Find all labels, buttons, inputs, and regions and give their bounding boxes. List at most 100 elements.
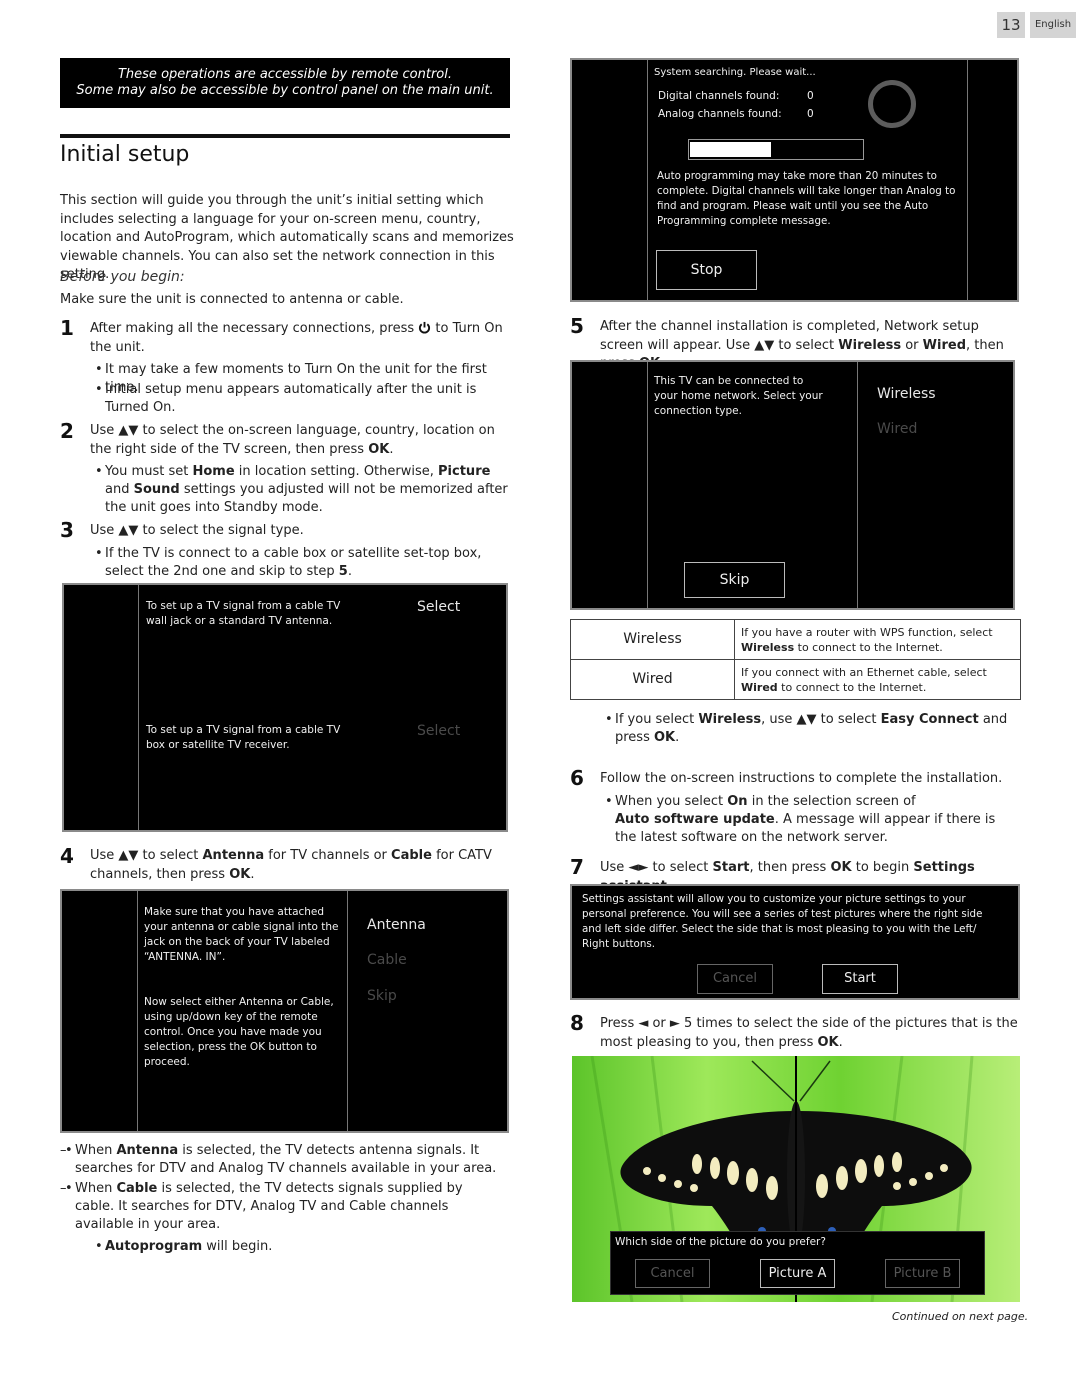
step-text: After making all the necessary connectio… — [90, 321, 415, 336]
antenna-cable-screen: Make sure that you have attached your an… — [60, 889, 509, 1133]
signal-option-2-select[interactable]: Select — [417, 723, 460, 739]
option-wired[interactable]: Wired — [877, 421, 917, 437]
screen-divider — [647, 60, 648, 300]
note-line-1: These operations are accessible by remot… — [117, 67, 452, 82]
step-6-bullet: When you select On in the selection scre… — [605, 793, 1015, 847]
picture-term: Picture — [438, 464, 491, 479]
dash: – — [60, 1143, 67, 1158]
language-tab: English — [1030, 12, 1076, 38]
skip-button[interactable]: Skip — [684, 562, 785, 598]
step-1-bullet-2: Initial setup menu appears automatically… — [95, 381, 510, 417]
section-rule — [60, 134, 510, 138]
note-text: When — [75, 1181, 113, 1196]
cable-term: Cable — [116, 1181, 158, 1196]
step-number: 5 — [570, 314, 584, 338]
ok-key: OK — [817, 1034, 839, 1050]
step-text: for TV channels or — [268, 848, 387, 863]
ok-key: OK — [368, 441, 390, 457]
signal-option-2-text: To set up a TV signal from a cable TV bo… — [146, 724, 341, 751]
antenna-select-instructions: Now select either Antenna or Cable, usin… — [144, 996, 334, 1068]
step-number: 2 — [60, 419, 74, 443]
start-button[interactable]: Start — [822, 964, 898, 994]
picture-comparison-screen: Which side of the picture do you prefer?… — [572, 1056, 1020, 1302]
search-message: Auto programming may take more than 20 m… — [657, 170, 956, 227]
step-3-bullet: If the TV is connect to a cable box or s… — [95, 545, 517, 581]
antenna-term: Antenna — [116, 1143, 179, 1158]
table-key: Wireless — [570, 619, 735, 660]
bullet-text: in the selection screen of — [751, 794, 916, 809]
search-progress-fill — [690, 142, 771, 157]
stop-button[interactable]: Stop — [656, 250, 757, 290]
before-you-begin-heading: Before you begin: — [60, 269, 185, 285]
step-text: , then press — [749, 860, 827, 875]
signal-option-1-select[interactable]: Select — [417, 599, 460, 615]
wired-term: Wired — [922, 337, 967, 353]
note-text: When — [75, 1143, 113, 1158]
cell-text: to connect to the Internet. — [781, 680, 927, 694]
digital-channels-value: 0 — [807, 90, 814, 102]
page-title: Initial setup — [60, 142, 190, 167]
cancel-button[interactable]: Cancel — [697, 964, 773, 994]
table-row: Wired If you connect with an Ethernet ca… — [570, 659, 1021, 700]
wired-term: Wired — [741, 680, 778, 694]
settings-assistant-screen: Settings assistant will allow you to cus… — [570, 884, 1020, 1000]
network-setup-screen: This TV can be connected to your home ne… — [570, 360, 1015, 610]
step-number: 1 — [60, 316, 74, 340]
power-icon — [419, 321, 431, 334]
before-you-begin-text: Make sure the unit is connected to anten… — [60, 292, 404, 307]
screen-divider — [138, 585, 139, 830]
step-text: Press ◄ or ► 5 times to select the side … — [600, 1016, 1018, 1050]
screen-divider — [647, 362, 648, 608]
step-2-text: Use ▲▼ to select the on-screen language,… — [90, 423, 495, 457]
ok-key: OK — [654, 730, 676, 745]
analog-channels-label: Analog channels found: — [658, 108, 782, 120]
step-number: 3 — [60, 518, 74, 542]
step-text: or — [905, 337, 919, 353]
step-number: 4 — [60, 844, 74, 868]
screen-divider — [857, 362, 858, 608]
signal-option-1-text: To set up a TV signal from a cable TV wa… — [146, 600, 341, 627]
table-value: If you connect with an Ethernet cable, s… — [734, 659, 1021, 700]
loading-spinner-icon — [868, 80, 916, 128]
step-4-text: Use ▲▼ to select Antenna for TV channels… — [90, 848, 492, 882]
ok-key: OK — [830, 860, 852, 875]
step-8-text: Press ◄ or ► 5 times to select the side … — [600, 1016, 1018, 1050]
bullet-text: in location setting. Otherwise, — [238, 464, 434, 479]
option-antenna[interactable]: Antenna — [367, 917, 426, 933]
picture-b-button[interactable]: Picture B — [885, 1259, 960, 1288]
picture-question: Which side of the picture do you prefer? — [615, 1236, 826, 1248]
search-status: System searching. Please wait... — [654, 67, 816, 78]
on-term: On — [727, 794, 748, 809]
option-cable[interactable]: Cable — [367, 952, 407, 968]
picture-prompt-panel: Which side of the picture do you prefer?… — [610, 1231, 985, 1295]
step-1-text: After making all the necessary connectio… — [90, 320, 515, 357]
note-text: will begin. — [206, 1239, 273, 1254]
autoprogram-note: Autoprogram will begin. — [95, 1238, 273, 1256]
step-2-bullet: You must set Home in location setting. O… — [95, 463, 517, 517]
step-3-text: Use ▲▼ to select the signal type. — [90, 523, 304, 538]
page-number: 13 — [997, 12, 1025, 38]
option-wireless[interactable]: Wireless — [877, 386, 936, 402]
wireless-term: Wireless — [741, 640, 795, 654]
network-instructions: This TV can be connected to your home ne… — [654, 375, 823, 417]
step-6-text: Follow the on-screen instructions to com… — [600, 771, 1003, 786]
sound-term: Sound — [133, 482, 180, 497]
antenna-instructions: Make sure that you have attached your an… — [144, 906, 339, 963]
picture-cancel-button[interactable]: Cancel — [635, 1259, 710, 1288]
cell-text: to connect to the Internet. — [797, 640, 943, 654]
remote-control-note: These operations are accessible by remot… — [60, 58, 510, 108]
cable-note: – When Cable is selected, the TV detects… — [60, 1180, 505, 1234]
ok-key: OK — [229, 866, 251, 882]
screen-divider — [967, 60, 968, 300]
step-number: 7 — [570, 855, 584, 879]
wireless-term: Wireless — [698, 712, 762, 727]
continued-note: Continued on next page. — [892, 1310, 1029, 1323]
screen-divider — [347, 891, 348, 1131]
search-progress-bar — [688, 139, 864, 160]
cable-term: Cable — [391, 848, 432, 863]
antenna-term: Antenna — [202, 848, 265, 863]
step-text: to begin — [855, 860, 910, 875]
picture-a-button[interactable]: Picture A — [760, 1259, 835, 1288]
option-skip[interactable]: Skip — [367, 988, 397, 1004]
cell-text: If you connect with an Ethernet cable, s… — [741, 665, 987, 679]
